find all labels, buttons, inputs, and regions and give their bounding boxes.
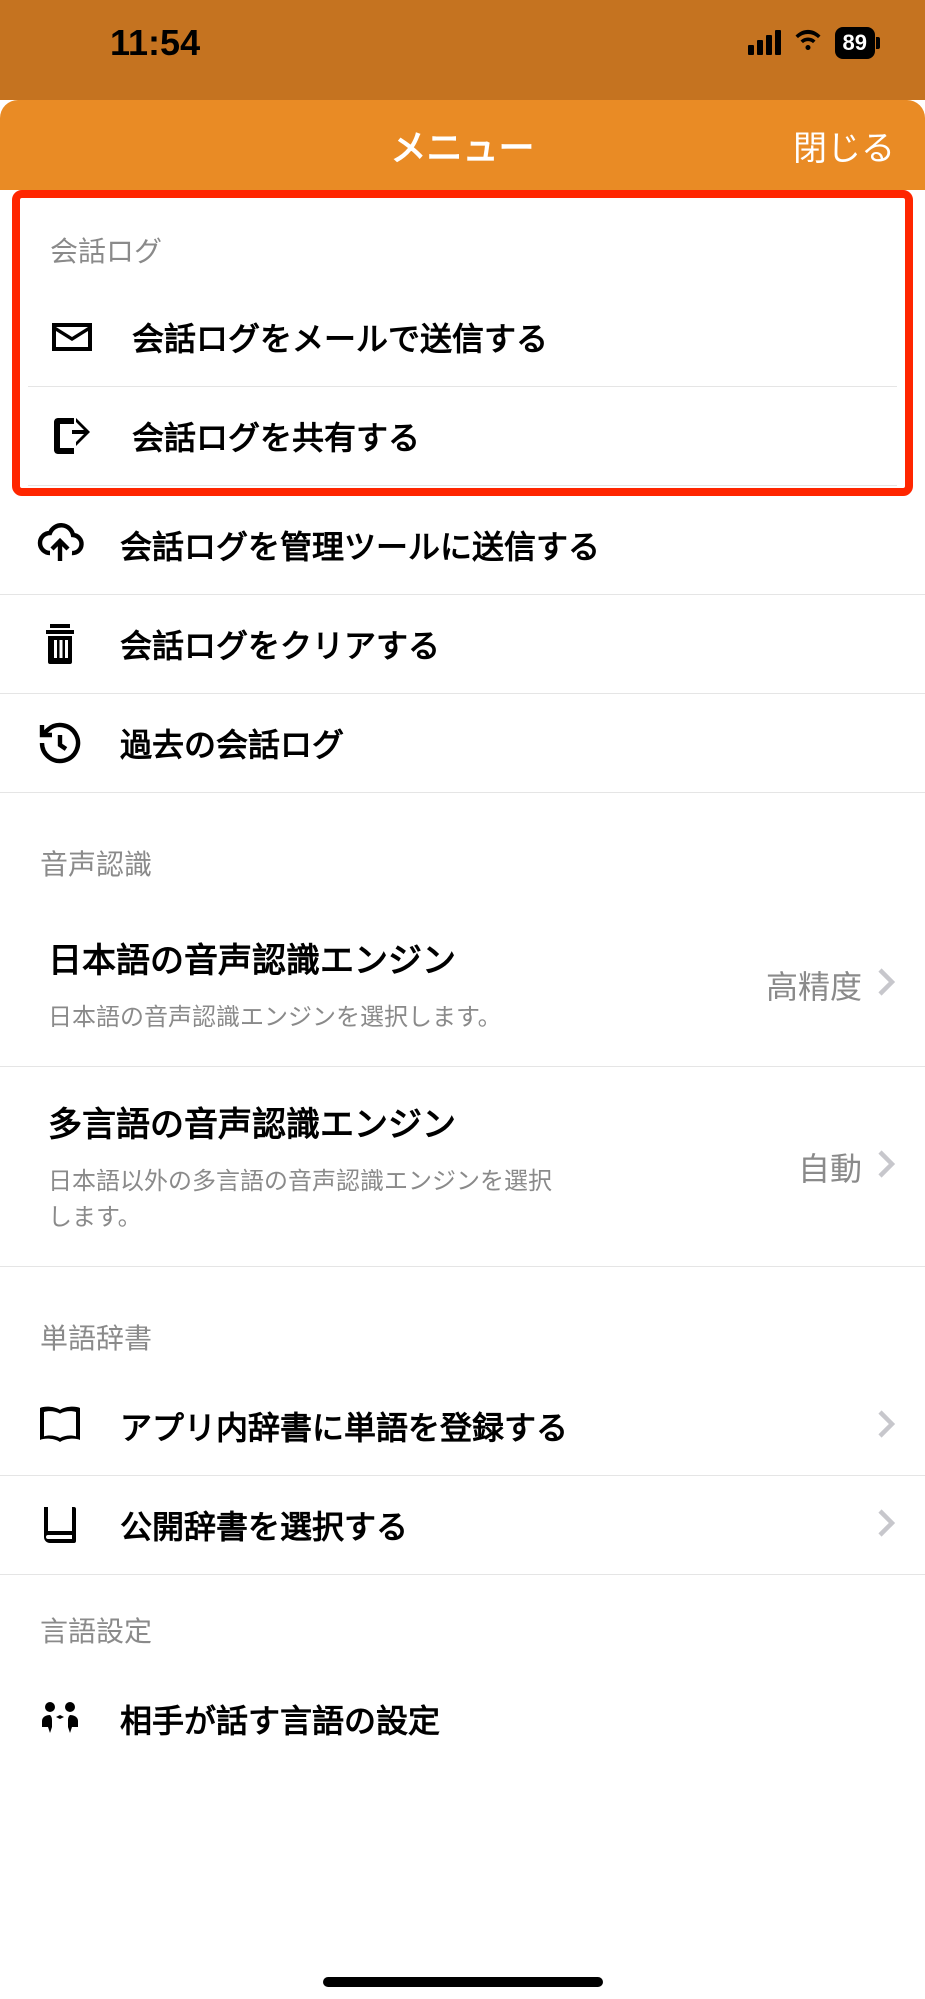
chevron-right-icon (877, 1149, 895, 1184)
nav-title: メニュー (390, 119, 534, 171)
mail-icon (42, 312, 102, 362)
row-label: 会話ログを共有する (132, 413, 867, 459)
row-value: 自動 (798, 1144, 862, 1190)
row-title: 日本語の音声認識エンジン (48, 933, 766, 982)
chevron-right-icon (877, 1508, 895, 1543)
book-icon (30, 1500, 90, 1550)
section-header-voice: 音声認識 (0, 793, 925, 903)
home-indicator[interactable] (323, 1977, 603, 1987)
row-label: アプリ内辞書に単語を登録する (120, 1403, 877, 1449)
chevron-right-icon (877, 1409, 895, 1444)
nav-bar: メニュー 閉じる (0, 100, 925, 190)
status-time: 11:54 (110, 22, 200, 64)
row-partner-language[interactable]: 相手が話す言語の設定 (0, 1670, 925, 1768)
status-indicators: 89 (748, 25, 875, 60)
row-subtitle: 日本語以外の多言語の音声認識エンジンを選択します。 (48, 1164, 568, 1236)
row-label: 会話ログを管理ツールに送信する (120, 522, 895, 568)
battery-icon: 89 (835, 27, 875, 59)
row-register-word[interactable]: アプリ内辞書に単語を登録する (0, 1377, 925, 1476)
row-share-log[interactable]: 会話ログを共有する (28, 387, 897, 486)
highlight-box: 会話ログ 会話ログをメールで送信する 会話ログを共有する (12, 190, 913, 496)
trash-icon (30, 619, 90, 669)
wifi-icon (793, 25, 823, 60)
row-multi-engine[interactable]: 多言語の音声認識エンジン 日本語以外の多言語の音声認識エンジンを選択します。 自… (0, 1067, 925, 1267)
row-mail-log[interactable]: 会話ログをメールで送信する (28, 288, 897, 387)
row-subtitle: 日本語の音声認識エンジンを選択します。 (48, 1000, 568, 1036)
open-book-icon (30, 1401, 90, 1451)
share-icon (42, 411, 102, 461)
section-header-lang: 言語設定 (0, 1575, 925, 1670)
cloud-upload-icon (30, 520, 90, 570)
people-talk-icon (30, 1694, 90, 1744)
row-clear-log[interactable]: 会話ログをクリアする (0, 595, 925, 694)
chevron-right-icon (877, 967, 895, 1002)
section-header-log: 会話ログ (28, 198, 897, 288)
row-select-dict[interactable]: 公開辞書を選択する (0, 1476, 925, 1575)
row-history-log[interactable]: 過去の会話ログ (0, 694, 925, 793)
row-value: 高精度 (766, 962, 862, 1008)
status-bar: 11:54 89 (0, 0, 925, 100)
row-title: 多言語の音声認識エンジン (48, 1097, 798, 1146)
row-label: 会話ログをメールで送信する (132, 314, 867, 360)
row-label: 公開辞書を選択する (120, 1502, 877, 1548)
cellular-signal-icon (748, 30, 781, 55)
row-label: 相手が話す言語の設定 (120, 1696, 895, 1742)
close-button[interactable]: 閉じる (793, 121, 895, 170)
row-label: 会話ログをクリアする (120, 621, 895, 667)
content: 会話ログ 会話ログをメールで送信する 会話ログを共有する 会話ログを管理ツールに… (0, 190, 925, 1768)
row-jp-engine[interactable]: 日本語の音声認識エンジン 日本語の音声認識エンジンを選択します。 高精度 (0, 903, 925, 1067)
section-header-dict: 単語辞書 (0, 1267, 925, 1377)
history-icon (30, 718, 90, 768)
row-upload-log[interactable]: 会話ログを管理ツールに送信する (0, 496, 925, 595)
row-label: 過去の会話ログ (120, 720, 895, 766)
